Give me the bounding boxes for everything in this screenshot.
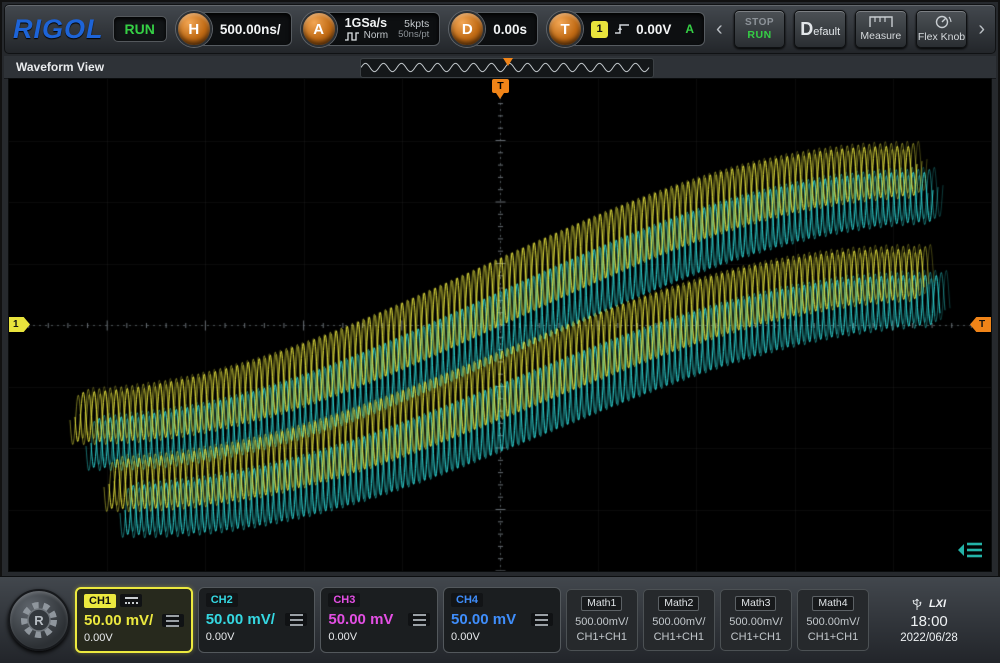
trigger-position-marker[interactable]: T	[492, 79, 509, 93]
channel-panel-ch1[interactable]: CH1 50.00 mV/ 0.00V	[75, 587, 193, 653]
stop-run-button[interactable]: STOP RUN	[734, 10, 786, 48]
ch3-scale: 50.00 mV	[328, 611, 393, 628]
ch4-scale: 50.00 mV	[451, 611, 516, 628]
ch2-label[interactable]: CH2	[206, 593, 238, 607]
clock-time: 18:00	[874, 613, 984, 630]
math4-scale: 500.00mV/	[798, 616, 868, 628]
sample-resolution: 50ns/pt	[398, 30, 429, 41]
math1-label: Math1	[581, 596, 622, 611]
measure-label: Measure	[860, 30, 901, 42]
measure-icon	[869, 16, 893, 28]
ch3-label[interactable]: CH3	[328, 593, 360, 607]
ch3-menu-icon[interactable]	[408, 613, 430, 626]
trigger-box[interactable]: 1 0.00V A	[570, 12, 705, 46]
timebase-box[interactable]: 500.00ns/	[199, 12, 292, 46]
math3-label: Math3	[735, 596, 776, 611]
run-label: RUN	[747, 29, 771, 41]
memory-depth: 5kpts	[404, 18, 429, 30]
clock-date: 2022/06/28	[874, 632, 984, 644]
rigol-logo: RIGOL	[13, 14, 104, 45]
trigger-level: 0.00V	[636, 22, 671, 37]
channel-panel-ch3[interactable]: CH3 50.00 mV 0.00V	[320, 587, 438, 653]
horizontal-knob[interactable]: H	[176, 11, 212, 47]
math2-panel[interactable]: Math2 500.00mV/ CH1+CH1	[643, 589, 715, 651]
ch1-offset: 0.00V	[84, 632, 184, 644]
math3-scale: 500.00mV/	[721, 616, 791, 628]
math3-panel[interactable]: Math3 500.00mV/ CH1+CH1	[720, 589, 792, 651]
acquisition-box[interactable]: 1GSa/s Norm 5kpts 50ns/pt	[324, 12, 441, 46]
horizontal-control: H 500.00ns/	[176, 11, 292, 47]
channel-panel-ch2[interactable]: CH2 50.00 mV/ 0.00V	[198, 587, 316, 653]
math4-expression: CH1+CH1	[798, 631, 868, 643]
trigger-control: T 1 0.00V A	[547, 11, 705, 47]
trigger-status: A	[685, 22, 694, 36]
trigger-source-chip[interactable]: 1	[591, 21, 608, 38]
sample-rate: 1GSa/s	[345, 16, 388, 30]
math4-panel[interactable]: Math4 500.00mV/ CH1+CH1	[797, 589, 869, 651]
ch2-menu-icon[interactable]	[285, 613, 307, 626]
default-label: Default	[800, 19, 840, 40]
view-title-bar: Waveform View	[4, 56, 996, 79]
math2-scale: 500.00mV/	[644, 616, 714, 628]
svg-text:R: R	[34, 613, 44, 628]
rigol-gear-logo[interactable]: R	[8, 589, 70, 651]
delay-control: D 0.00s	[449, 11, 538, 47]
view-title: Waveform View	[4, 60, 104, 74]
ch2-offset: 0.00V	[206, 631, 308, 643]
flex-knob-button[interactable]: Flex Knob	[916, 10, 968, 48]
ch3-offset: 0.00V	[328, 631, 430, 643]
acquisition-knob[interactable]: A	[301, 11, 337, 47]
ch1-coupling-icon[interactable]	[120, 594, 142, 607]
run-status-badge: RUN	[113, 16, 167, 42]
math1-expression: CH1+CH1	[567, 631, 637, 643]
toolbar-nav-left[interactable]: ‹	[714, 11, 725, 47]
math1-scale: 500.00mV/	[567, 616, 637, 628]
usb-icon	[912, 597, 922, 611]
bottom-status-bar: R CH1 50.00 mV/ 0.00V CH2 50.00 mV/ 0.00…	[0, 576, 1000, 663]
delay-knob[interactable]: D	[449, 11, 485, 47]
oscilloscope-screen: RIGOL RUN H 500.00ns/ A 1GSa/s Norm 5kpt…	[0, 0, 1000, 663]
ch4-menu-icon[interactable]	[531, 613, 553, 626]
math2-expression: CH1+CH1	[644, 631, 714, 643]
acquire-mode: Norm	[364, 30, 388, 42]
delay-value: 0.00s	[493, 22, 527, 37]
rising-edge-icon	[614, 22, 630, 36]
top-toolbar: RIGOL RUN H 500.00ns/ A 1GSa/s Norm 5kpt…	[4, 4, 996, 54]
status-area: LXI 18:00 2022/06/28	[874, 597, 992, 644]
flex-knob-label: Flex Knob	[918, 31, 965, 43]
waveform-display[interactable]: T 1 T	[8, 78, 992, 572]
ch4-label[interactable]: CH4	[451, 593, 483, 607]
toolbar-nav-right[interactable]: ›	[976, 11, 987, 47]
default-button[interactable]: Default	[794, 10, 846, 48]
stop-label: STOP	[745, 17, 774, 28]
timebase-value: 500.00ns/	[220, 22, 281, 37]
ch1-scale: 50.00 mV/	[84, 612, 153, 629]
channel-panel-ch4[interactable]: CH4 50.00 mV 0.00V	[443, 587, 561, 653]
math3-expression: CH1+CH1	[721, 631, 791, 643]
math4-label: Math4	[812, 596, 853, 611]
ch2-scale: 50.00 mV/	[206, 611, 275, 628]
trigger-knob[interactable]: T	[547, 11, 583, 47]
scroll-position-marker[interactable]	[503, 58, 513, 66]
measure-button[interactable]: Measure	[855, 10, 907, 48]
knob-icon	[932, 15, 952, 29]
ch1-label[interactable]: CH1	[84, 594, 116, 608]
square-wave-icon	[345, 32, 360, 41]
ch1-menu-icon[interactable]	[162, 614, 184, 627]
math2-label: Math2	[658, 596, 699, 611]
horizontal-position-scrollbar[interactable]	[360, 58, 654, 78]
lxi-icon: LXI	[929, 598, 946, 610]
ch4-offset: 0.00V	[451, 631, 553, 643]
math1-panel[interactable]: Math1 500.00mV/ CH1+CH1	[566, 589, 638, 651]
acquisition-control: A 1GSa/s Norm 5kpts 50ns/pt	[301, 11, 441, 47]
menu-collapse-icon[interactable]	[957, 540, 983, 565]
waveform-canvas[interactable]	[9, 79, 991, 571]
